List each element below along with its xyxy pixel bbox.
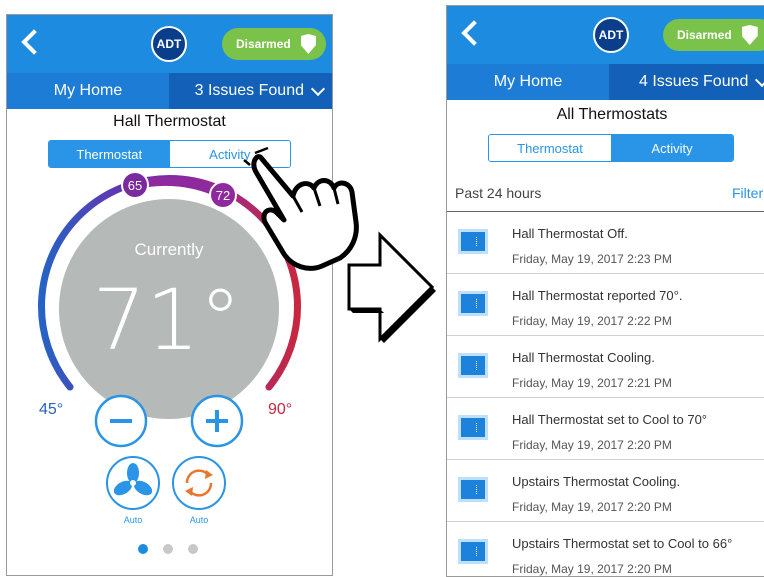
list-item[interactable]: Hall Thermostat Off. Friday, May 19, 201…: [447, 212, 764, 274]
disarmed-status-button[interactable]: Disarmed: [663, 19, 764, 51]
decrease-temp-button[interactable]: [94, 394, 148, 448]
thermostat-dial: Currently 71° 65 72 45° 90° Auto Auto: [38, 171, 301, 554]
system-mode-label: Auto: [190, 515, 209, 525]
event-time: Friday, May 19, 2017 2:21 PM: [512, 376, 672, 390]
current-temperature: 71°: [93, 271, 242, 369]
event-title: Hall Thermostat reported 70°.: [512, 288, 683, 303]
page-dot: [188, 544, 198, 554]
event-title: Hall Thermostat Cooling.: [512, 350, 655, 365]
activity-screen: ADT Disarmed My Home 4 Issues Found All …: [446, 5, 764, 577]
event-time: Friday, May 19, 2017 2:20 PM: [512, 438, 672, 452]
minus-icon: [110, 419, 132, 423]
system-mode-button[interactable]: [172, 456, 226, 510]
time-period-label: Past 24 hours: [455, 185, 542, 201]
event-title: Upstairs Thermostat set to Cool to 66°: [512, 536, 733, 551]
issues-label: 4 Issues Found: [639, 73, 749, 90]
fan-mode-button[interactable]: [106, 456, 160, 510]
thermostat-screen: ADT Disarmed My Home 3 Issues Found Hall…: [6, 14, 333, 576]
my-home-tab[interactable]: My Home: [447, 64, 609, 100]
event-time: Friday, May 19, 2017 2:20 PM: [512, 500, 672, 514]
currently-label: Currently: [135, 240, 204, 259]
thermostat-icon: [458, 353, 488, 378]
home-bar: My Home 4 Issues Found: [447, 64, 764, 100]
range-max-label: 90°: [268, 401, 292, 418]
fan-mode-label: Auto: [124, 515, 143, 525]
event-time: Friday, May 19, 2017 2:23 PM: [512, 252, 672, 266]
thermostat-icon: [458, 291, 488, 316]
event-title: Hall Thermostat set to Cool to 70°: [512, 412, 707, 427]
range-min-label: 45°: [39, 401, 63, 418]
page-title: All Thermostats: [556, 106, 668, 123]
thermostat-icon: [458, 415, 488, 440]
event-time: Friday, May 19, 2017 2:20 PM: [512, 562, 672, 576]
page-dot-active: [138, 544, 148, 554]
tab-thermostat[interactable]: Thermostat: [489, 135, 611, 161]
issues-dropdown[interactable]: 4 Issues Found: [639, 64, 764, 100]
tab-activity[interactable]: Activity: [611, 135, 733, 161]
shield-icon: [741, 25, 758, 45]
page-indicator: [138, 544, 198, 554]
chevron-down-icon: [755, 72, 764, 87]
right-arrow-icon: [347, 231, 436, 343]
list-item[interactable]: Hall Thermostat reported 70°. Friday, Ma…: [447, 274, 764, 336]
thermostat-icon: [458, 477, 488, 502]
view-segmented-control: Thermostat Activity: [488, 134, 734, 162]
list-header: Past 24 hours Filter: [447, 181, 764, 212]
low-setpoint-value: 65: [128, 178, 142, 193]
increase-temp-button[interactable]: [190, 394, 244, 448]
page-dot: [163, 544, 173, 554]
status-label: Disarmed: [677, 28, 732, 42]
list-item[interactable]: Hall Thermostat Cooling. Friday, May 19,…: [447, 336, 764, 398]
back-arrow-icon[interactable]: [461, 20, 487, 46]
app-header: ADT Disarmed: [447, 6, 764, 64]
high-setpoint-value: 72: [216, 188, 230, 203]
event-time: Friday, May 19, 2017 2:22 PM: [512, 314, 672, 328]
event-title: Hall Thermostat Off.: [512, 226, 628, 241]
list-item[interactable]: Hall Thermostat set to Cool to 70° Frida…: [447, 398, 764, 460]
filter-link[interactable]: Filter: [732, 185, 763, 201]
list-item[interactable]: Upstairs Thermostat Cooling. Friday, May…: [447, 460, 764, 522]
event-title: Upstairs Thermostat Cooling.: [512, 474, 681, 489]
thermostat-icon: [458, 229, 488, 254]
thermostat-icon: [458, 539, 488, 564]
adt-logo: ADT: [593, 17, 629, 53]
